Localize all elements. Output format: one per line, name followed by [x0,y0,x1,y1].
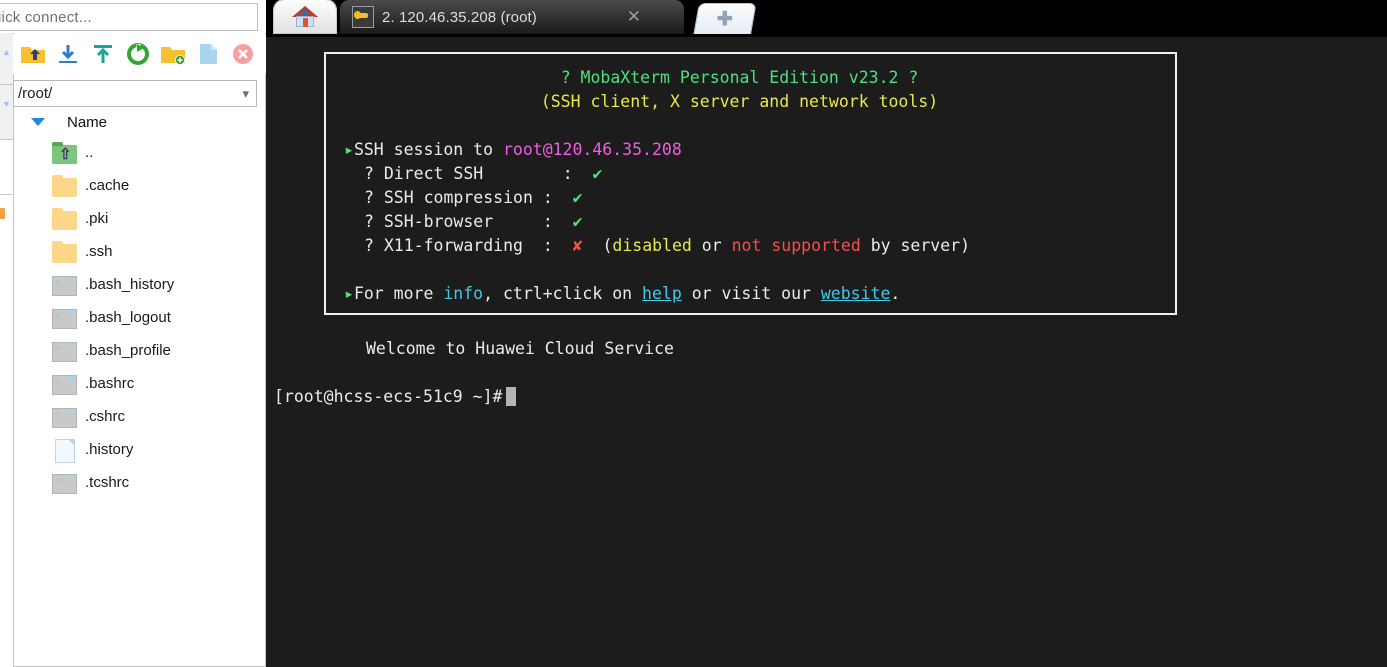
sort-descending-icon[interactable] [31,118,45,126]
file-list-item[interactable]: .bashrc [14,367,264,400]
up-folder-icon: ⇧ [52,142,78,164]
file-name: .bashrc [85,375,134,392]
file-name: .bash_logout [85,309,171,326]
sftp-toolbar [13,34,266,74]
file-list-item[interactable]: .bash_logout [14,301,264,334]
file-name: .history [85,441,133,458]
file-list: ⇧.. .cache .pki .ssh .bash_history .bash_logo… [14,136,264,526]
feature-label: Direct SSH [384,164,483,183]
tab-label: 2. 120.46.35.208 (root) [382,9,537,26]
file-name: .pki [85,210,108,227]
file-name: .cshrc [85,408,125,425]
status-ok-icon: ✔ [593,164,603,183]
file-name: .tcshrc [85,474,129,491]
script-file-icon [52,406,78,428]
status-fail-icon: ✘ [573,236,583,255]
feature-ssh-compression: ? SSH compression : ✔ [326,186,1175,210]
website-link[interactable]: website [821,284,891,303]
banner-title: ? MobaXterm Personal Edition v23.2 ? [326,66,1175,90]
mobaxterm-banner: ? MobaXterm Personal Edition v23.2 ? (SS… [324,52,1177,315]
home-tab[interactable] [274,0,336,33]
file-name: .cache [85,177,129,194]
column-header-row: Name [14,110,264,134]
status-ok-icon: ✔ [573,188,583,207]
terminal-output[interactable]: ? MobaXterm Personal Edition v23.2 ? (SS… [266,37,1387,667]
left-panel-marker [0,208,5,219]
chevron-up-icon: ▲ [2,47,11,57]
file-list-item[interactable]: .cache [14,169,264,202]
bullet-icon: ▸ [344,284,354,303]
document-file-icon [52,439,78,461]
file-list-item[interactable]: .bash_history [14,268,264,301]
feature-direct-ssh: ? Direct SSH : ✔ [326,162,1175,186]
file-list-item[interactable]: .history [14,433,264,466]
feature-label: SSH-browser [384,212,493,231]
path-value: /root/ [18,85,52,102]
home-icon [292,6,318,28]
folder-icon [52,241,78,263]
file-name: .bash_history [85,276,174,293]
folder-icon [52,175,78,197]
file-list-item[interactable]: .bash_profile [14,334,264,367]
tab-session-120-46-35-208[interactable]: 2. 120.46.35.208 (root) ✕ [340,0,684,34]
chevron-down-icon[interactable]: ▾ [242,86,249,102]
file-list-item[interactable]: .cshrc [14,400,264,433]
feature-label: X11-forwarding [384,236,523,255]
file-list-item[interactable]: ⇧.. [14,136,264,169]
tab-bar: 2. 120.46.35.208 (root) ✕ ✚ [266,0,1387,37]
banner-session-line: ▸SSH session to root@120.46.35.208 [326,138,1175,162]
script-file-icon [52,373,78,395]
script-file-icon [52,472,78,494]
file-name: .. [85,144,93,161]
new-tab-button[interactable]: ✚ [693,3,756,34]
terminal-cursor [506,387,516,406]
upload-icon[interactable] [90,41,116,67]
feature-ssh-browser: ? SSH-browser : ✔ [326,210,1175,234]
file-name: .ssh [85,243,113,260]
chevron-down-icon: ▼ [2,99,11,109]
shell-prompt: [root@hcss-ecs-51c9 ~]# [274,387,502,406]
banner-subtitle: (SSH client, X server and network tools) [326,90,1175,114]
feature-label: SSH compression [384,188,533,207]
plus-icon: ✚ [717,10,733,29]
bullet-icon: ▸ [344,140,354,159]
banner-footer-line: ▸For more info, ctrl+click on help or vi… [326,282,1175,306]
quick-connect-placeholder-text: uick connect... [0,9,92,26]
terminal-session-output: Welcome to Huawei Cloud Service [root@hc… [266,337,1387,409]
new-file-icon[interactable] [195,41,221,67]
script-file-icon [52,340,78,362]
column-header-name[interactable]: Name [67,114,107,131]
refresh-icon[interactable] [125,41,151,67]
download-icon[interactable] [55,41,81,67]
status-ok-icon: ✔ [573,212,583,231]
help-link[interactable]: help [642,284,682,303]
file-list-item[interactable]: .ssh [14,235,264,268]
ssh-key-icon [352,6,374,28]
close-icon[interactable]: ✕ [627,7,641,27]
session-host: root@120.46.35.208 [503,140,682,159]
folder-icon [52,208,78,230]
file-name: .bash_profile [85,342,171,359]
quick-connect-input[interactable]: uick connect... [0,3,258,31]
new-folder-icon[interactable] [160,41,186,67]
file-list-item[interactable]: .tcshrc [14,466,264,499]
mobaxterm-window: uick connect... ▲ ▼ [0,0,1387,667]
script-file-icon [52,274,78,296]
feature-x11-forwarding: ? X11-forwarding : ✘ (disabled or not su… [326,234,1175,258]
script-file-icon [52,307,78,329]
go-up-folder-icon[interactable] [20,41,46,67]
path-input[interactable]: /root/ ▾ [13,80,257,107]
file-list-item[interactable]: .pki [14,202,264,235]
sftp-sidebar: uick connect... ▲ ▼ [0,0,266,667]
shell-prompt-line[interactable]: [root@hcss-ecs-51c9 ~]# [274,385,1387,409]
terminal-pane: 2. 120.46.35.208 (root) ✕ ✚ ? MobaXterm … [266,0,1387,667]
welcome-message: Welcome to Huawei Cloud Service [274,337,1387,361]
delete-icon[interactable] [230,41,256,67]
